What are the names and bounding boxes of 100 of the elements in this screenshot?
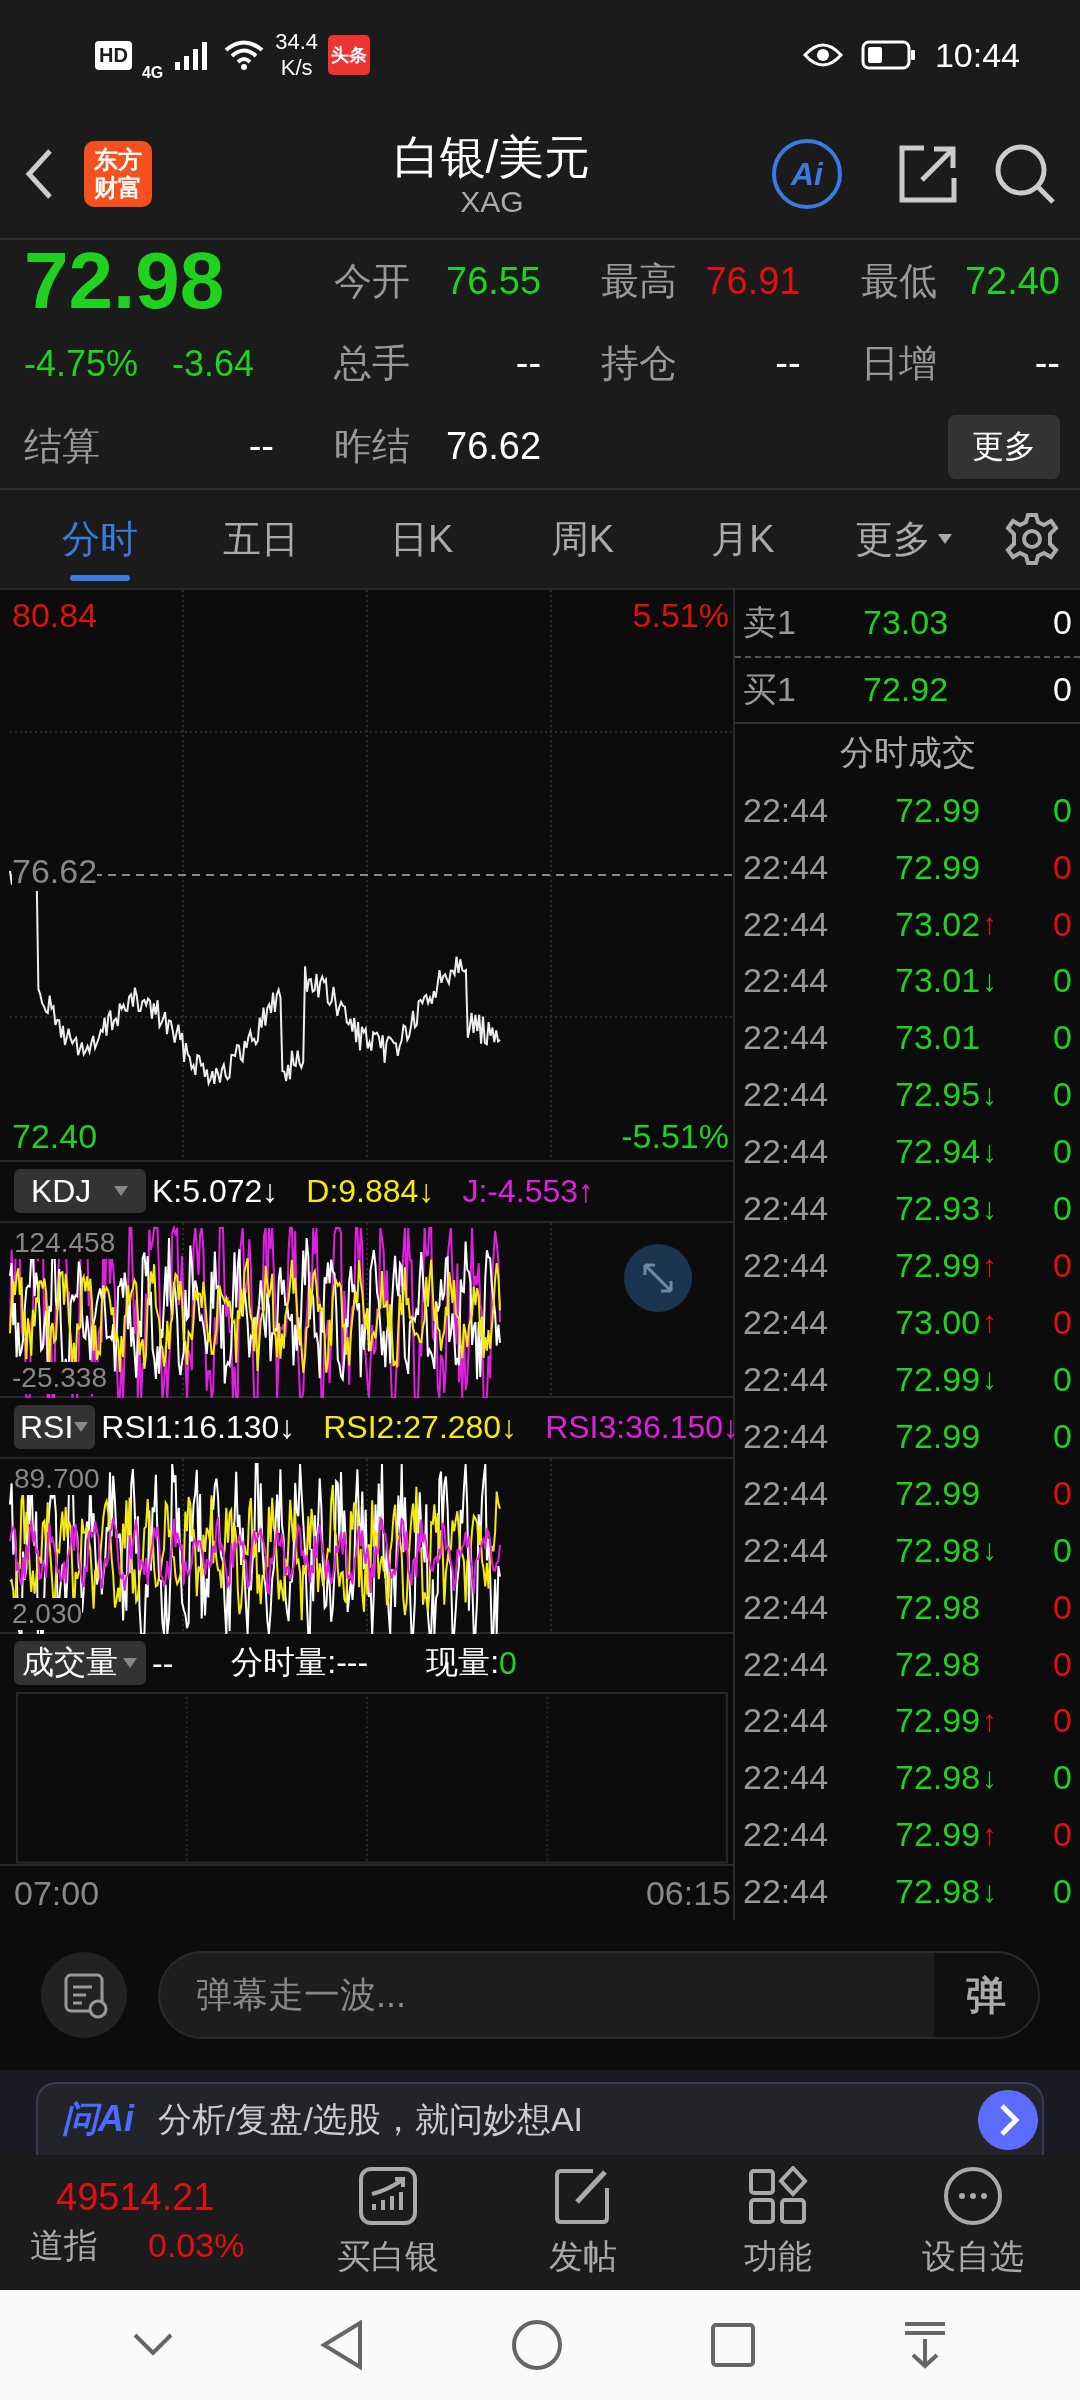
quote-label: 最高 <box>601 258 678 304</box>
trend-arrow: ↓ <box>982 1760 998 1795</box>
back-icon[interactable] <box>24 148 54 200</box>
nav-item[interactable]: 发帖 <box>485 2165 680 2280</box>
quote-label: 总手 <box>334 341 410 387</box>
trade-price: 72.99 <box>895 1815 981 1855</box>
trade-price: 72.98 <box>895 1872 981 1912</box>
danmu-settings-icon[interactable] <box>40 1951 128 2039</box>
back-icon[interactable] <box>320 2320 365 2370</box>
speed-unit: K/s <box>280 55 313 81</box>
network-speed: 34.4 <box>275 29 319 55</box>
indicator-value: RSI2:27.280↓ <box>323 1408 518 1446</box>
trade-time: 22:44 <box>743 904 830 944</box>
share-icon[interactable] <box>898 144 958 204</box>
trade-price: 72.94 <box>895 1132 981 1172</box>
expand-icon[interactable] <box>623 1242 693 1313</box>
collapse-icon[interactable] <box>133 2333 174 2357</box>
quote-label: 昨结 <box>334 424 410 470</box>
axis-label: 2.030 <box>12 1597 83 1630</box>
caret-icon <box>122 1657 138 1670</box>
chart-tab[interactable]: 周K <box>502 489 663 589</box>
notification-icon: 头条 <box>328 35 371 75</box>
trend-arrow: ↓ <box>982 1191 998 1226</box>
trade-price: 72.98 <box>895 1758 981 1798</box>
chart-tab[interactable]: 日K <box>341 489 502 589</box>
trade-price: 72.98 <box>895 1644 981 1684</box>
trade-time: 22:44 <box>743 1758 830 1798</box>
trade-time: 22:44 <box>743 1587 830 1627</box>
trade-time: 22:44 <box>743 1815 830 1855</box>
trade-volume: 0 <box>1052 1644 1072 1684</box>
indicator-selector[interactable]: RSI <box>14 1405 96 1450</box>
trade-price: 72.99 <box>895 847 981 887</box>
quote-value: -- <box>515 342 542 386</box>
ai-button[interactable]: Ai <box>772 139 842 209</box>
axis-label: 5.51% <box>632 596 729 635</box>
chart-icon <box>357 2165 418 2226</box>
order-price: 72.92 <box>863 670 950 710</box>
trend-arrow: ↑ <box>982 907 998 941</box>
trend-arrow: ↓ <box>982 1533 998 1568</box>
wifi-icon <box>223 39 266 71</box>
search-icon[interactable] <box>994 143 1056 205</box>
axis-label: 89.700 <box>14 1462 100 1495</box>
chart-tab[interactable]: 分时 <box>20 489 181 589</box>
trade-price: 72.99 <box>895 1416 981 1456</box>
ai-banner[interactable]: 问Ai 分析/复盘/选股，就问妙想AI <box>36 2082 1044 2155</box>
trade-volume: 0 <box>1052 1359 1072 1399</box>
trade-volume: 0 <box>1052 1132 1072 1172</box>
order-price: 73.03 <box>863 603 950 643</box>
comment-field[interactable]: 弹幕走一波... 弹 <box>158 1951 1040 2039</box>
network-type: 4G <box>141 64 164 82</box>
settings-icon[interactable] <box>1004 511 1061 567</box>
indicator-selector[interactable]: KDJ <box>14 1169 146 1214</box>
quote-label: 今开 <box>334 258 410 304</box>
indicator-value: D:9.884↓ <box>306 1172 435 1210</box>
axis-label: 124.458 <box>14 1226 116 1259</box>
trade-time: 22:44 <box>743 1359 830 1399</box>
quote-value: 76.55 <box>446 259 542 303</box>
trade-price: 72.93 <box>895 1189 981 1229</box>
trade-time: 22:44 <box>743 1530 830 1570</box>
trade-price: 73.02 <box>895 904 981 944</box>
trade-volume: 0 <box>1052 1075 1072 1115</box>
more-icon <box>942 2165 1003 2226</box>
quote-value: 76.62 <box>446 425 542 469</box>
axis-label: 80.84 <box>12 596 98 635</box>
trade-price: 72.99 <box>895 1246 981 1286</box>
change-percent: -4.75% <box>24 343 139 385</box>
chart-tab[interactable]: 月K <box>662 489 824 589</box>
battery-icon <box>860 40 917 70</box>
trade-volume: 0 <box>1052 1758 1072 1798</box>
danmu-toggle[interactable]: 弹 <box>934 1953 1038 2037</box>
trade-price: 73.01 <box>895 961 981 1001</box>
index-name: 道指 <box>30 2225 98 2266</box>
banner-logo: 问Ai <box>62 2097 134 2141</box>
current-volume-value: 0 <box>499 1644 517 1682</box>
indicator-selector[interactable]: 成交量 <box>14 1641 146 1686</box>
trade-time: 22:44 <box>743 1018 830 1058</box>
trade-volume: 0 <box>1052 1246 1072 1286</box>
nav-item[interactable]: 功能 <box>680 2165 875 2280</box>
trade-time: 22:44 <box>743 1132 830 1172</box>
trade-volume: 0 <box>1052 1872 1072 1912</box>
axis-label: -5.51% <box>621 1117 729 1156</box>
order-level: 卖1 <box>743 601 797 643</box>
last-price: 72.98 <box>24 241 226 322</box>
download-icon[interactable] <box>902 2321 947 2369</box>
chart-tab[interactable]: 更多 <box>823 489 985 589</box>
trade-price: 72.98 <box>895 1530 981 1570</box>
page-title: 白银/美元 <box>393 130 591 185</box>
recents-icon[interactable] <box>709 2322 756 2368</box>
trade-time: 22:44 <box>743 1302 830 1342</box>
nav-item[interactable]: 买白银 <box>290 2165 485 2280</box>
more-button[interactable]: 更多 <box>948 414 1060 479</box>
quote-value: 76.91 <box>705 259 801 303</box>
trade-volume: 0 <box>1052 1815 1072 1855</box>
order-level: 买1 <box>743 668 797 710</box>
quote-value: -- <box>1034 342 1060 386</box>
trade-volume: 0 <box>1052 904 1072 944</box>
chart-tab[interactable]: 五日 <box>180 489 342 589</box>
home-icon[interactable] <box>511 2319 563 2371</box>
trades-title: 分时成交 <box>839 731 976 773</box>
nav-item[interactable]: 设自选 <box>875 2165 1070 2280</box>
